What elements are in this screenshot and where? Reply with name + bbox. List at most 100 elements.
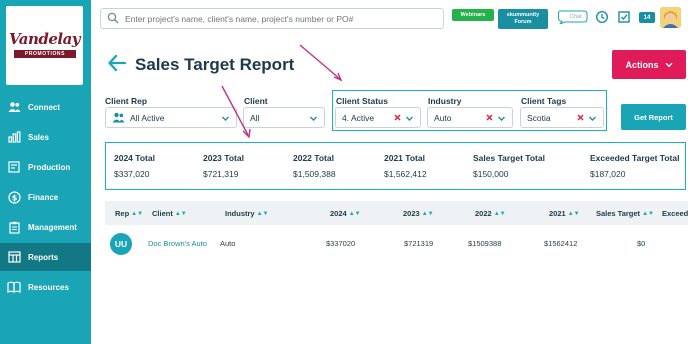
- sidebar-item-production[interactable]: Production: [0, 153, 91, 181]
- column-header-rep[interactable]: Rep ▲▼: [115, 209, 143, 218]
- sidebar-item-label: Production: [28, 162, 71, 172]
- client-tags-select[interactable]: Scotia: [520, 107, 604, 128]
- sidebar: Vandelay PROMOTIONS Connect Sales Produc…: [0, 0, 91, 344]
- sidebar-item-management[interactable]: Management: [0, 213, 91, 241]
- industry-select[interactable]: Auto: [427, 107, 513, 128]
- sidebar-item-resources[interactable]: Resources: [0, 273, 91, 301]
- sort-icon: ▲▼: [348, 210, 361, 217]
- actions-button[interactable]: Actions: [612, 50, 686, 79]
- book-icon: [7, 280, 21, 294]
- column-header-exceed[interactable]: Exceed: [662, 209, 688, 218]
- column-label: Sales Target: [596, 209, 641, 218]
- company-logo[interactable]: Vandelay PROMOTIONS: [6, 6, 83, 85]
- sidebar-item-finance[interactable]: $ Finance: [0, 183, 91, 211]
- clear-icon[interactable]: [576, 113, 585, 122]
- sort-icon: ▲▼: [256, 210, 269, 217]
- page-title: Sales Target Report: [135, 55, 295, 74]
- client-rep-select[interactable]: All Active: [105, 107, 237, 128]
- clear-icon[interactable]: [485, 113, 494, 122]
- sidebar-item-label: Connect: [28, 102, 60, 112]
- total-2023: 2023 Total $721,319: [203, 153, 244, 179]
- tasks-icon[interactable]: [617, 10, 631, 24]
- sort-icon: ▲▼: [131, 210, 144, 217]
- sidebar-item-label: Finance: [28, 192, 59, 202]
- actions-label: Actions: [625, 59, 659, 70]
- total-value: $1,509,388: [293, 169, 336, 179]
- global-search[interactable]: [100, 8, 444, 29]
- column-label: Industry: [225, 209, 255, 218]
- column-header-2023[interactable]: 2023 ▲▼: [403, 209, 434, 218]
- chevron-down-icon: [664, 62, 673, 67]
- industry-value: Auto: [434, 112, 452, 123]
- chat-button[interactable]: Chat: [557, 10, 588, 24]
- sales-target-cell: $0: [637, 239, 646, 248]
- chevron-down-icon: [406, 116, 413, 121]
- client-label: Client: [244, 96, 268, 106]
- total-value: $721,319: [203, 169, 239, 179]
- totals-summary: 2024 Total $337,020 2023 Total $721,319 …: [105, 142, 686, 190]
- back-arrow-icon[interactable]: [107, 53, 127, 73]
- total-sales-target: Sales Target Total $150,000: [473, 153, 545, 179]
- total-label: 2023 Total: [203, 153, 244, 163]
- total-exceeded-target: Exceeded Target Total $187,020: [590, 153, 679, 179]
- value-2023-cell: $721319: [404, 239, 434, 248]
- sidebar-item-sales[interactable]: Sales: [0, 123, 91, 151]
- chevron-down-icon: [589, 116, 596, 121]
- people-icon: [112, 112, 125, 123]
- sidebar-item-connect[interactable]: Connect: [0, 93, 91, 121]
- notification-badge[interactable]: 14: [639, 12, 655, 23]
- total-2021: 2021 Total $1,562,412: [384, 153, 427, 179]
- clipboard-icon: [7, 220, 21, 234]
- search-input[interactable]: [125, 13, 435, 24]
- value-2024-cell: $337020: [326, 239, 356, 248]
- industry-label: Industry: [428, 96, 462, 106]
- value-2022-cell: $1509388: [468, 239, 502, 248]
- column-header-2021[interactable]: 2021 ▲▼: [549, 209, 580, 218]
- column-header-industry[interactable]: Industry ▲▼: [225, 209, 268, 218]
- total-2024: 2024 Total $337,020: [114, 153, 155, 179]
- column-label: 2023: [403, 209, 420, 218]
- client-select[interactable]: All: [243, 107, 325, 128]
- column-label: Rep: [115, 209, 130, 218]
- search-icon: [107, 12, 121, 26]
- column-header-client[interactable]: Client ▲▼: [152, 209, 187, 218]
- clear-icon[interactable]: [393, 113, 402, 122]
- column-header-sales-target[interactable]: Sales Target ▲▼: [596, 209, 654, 218]
- sidebar-item-reports[interactable]: Reports: [0, 243, 91, 271]
- sort-icon: ▲▼: [421, 210, 434, 217]
- client-tags-label: Client Tags: [521, 96, 567, 106]
- total-label: 2021 Total: [384, 153, 425, 163]
- sort-icon: ▲▼: [567, 210, 580, 217]
- clock-icon[interactable]: [595, 10, 609, 24]
- get-report-button[interactable]: Get Report: [621, 104, 686, 130]
- bar-chart-icon: [7, 130, 21, 144]
- annotation-arrowhead-totals: [242, 128, 251, 139]
- column-header-2024[interactable]: 2024 ▲▼: [330, 209, 361, 218]
- client-link[interactable]: Doc Brown's Auto: [148, 239, 207, 248]
- total-value: $337,020: [114, 169, 150, 179]
- webinars-button[interactable]: Webinars: [452, 9, 494, 21]
- total-value: $187,020: [590, 169, 626, 179]
- chevron-down-icon: [222, 116, 229, 121]
- user-avatar[interactable]: [660, 7, 681, 28]
- logo-name: Vandelay: [8, 30, 81, 48]
- sidebar-item-label: Resources: [28, 282, 69, 292]
- client-status-label: Client Status: [336, 96, 388, 106]
- client-rep-value: All Active: [130, 112, 165, 123]
- rep-avatar[interactable]: UU: [110, 233, 132, 255]
- reports-icon: [7, 250, 21, 264]
- client-status-select[interactable]: 4. Active: [335, 107, 421, 128]
- column-label: Exceed: [662, 209, 688, 218]
- forum-button[interactable]: skummunity Forum: [498, 9, 548, 29]
- value-2021-cell: $1562412: [544, 239, 578, 248]
- sidebar-item-label: Management: [28, 222, 77, 232]
- chevron-down-icon: [310, 116, 317, 121]
- column-header-2022[interactable]: 2022 ▲▼: [475, 209, 506, 218]
- sort-icon: ▲▼: [642, 210, 654, 217]
- forum-label-line2: Forum: [514, 19, 532, 25]
- total-label: Exceeded Target Total: [590, 153, 680, 163]
- sort-icon: ▲▼: [174, 210, 187, 217]
- sidebar-item-label: Sales: [28, 132, 49, 142]
- production-icon: [7, 160, 21, 174]
- chat-label: Chat: [570, 14, 582, 20]
